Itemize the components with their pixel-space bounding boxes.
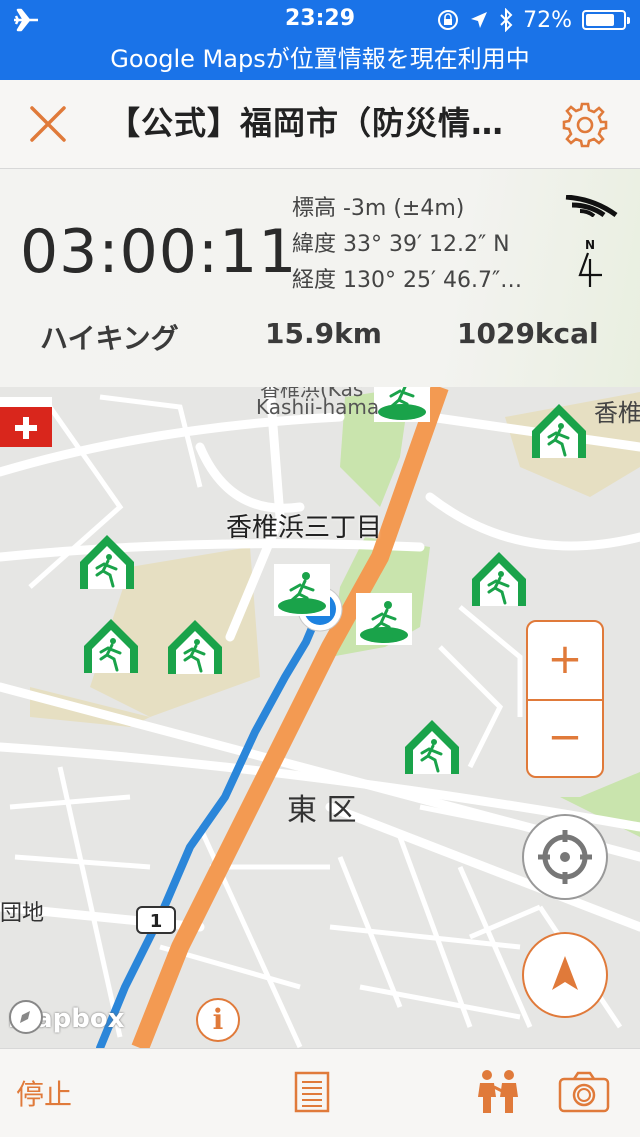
page-title: 【公式】福岡市（防災情… xyxy=(108,104,505,142)
gear-icon[interactable] xyxy=(560,100,610,150)
distance-value: 15.9km xyxy=(265,317,382,350)
bluetooth-icon xyxy=(500,8,513,32)
first-aid-icon[interactable] xyxy=(0,387,52,447)
position-readout: 標高 -3m (±4m) 緯度 33° 39′ 12.2″ N 経度 130° … xyxy=(292,191,522,299)
activity-type: ハイキング xyxy=(40,322,179,355)
close-icon[interactable] xyxy=(26,102,70,146)
map-label-higashi-ku: 東 区 xyxy=(287,793,357,828)
battery-icon xyxy=(582,10,630,30)
app-header: 【公式】福岡市（防災情… xyxy=(0,80,640,169)
activity-metrics: ハイキング 15.9km 1029kcal xyxy=(0,317,640,357)
svg-text:N: N xyxy=(585,238,595,252)
lock-rotation-icon xyxy=(438,10,459,30)
people-icon[interactable] xyxy=(474,1069,522,1115)
zoom-out-button[interactable]: − xyxy=(528,700,602,777)
zoom-controls: + − xyxy=(526,620,604,778)
map-label-kashii-hama: Kashii-hama xyxy=(256,395,380,419)
signal-icon xyxy=(565,195,618,217)
evacuation-shelter-icon[interactable] xyxy=(470,550,528,608)
latitude-text: 緯度 33° 39′ 12.2″ N xyxy=(292,232,510,257)
evacuation-shelter-icon[interactable] xyxy=(354,591,414,647)
map-label-sanchome: 香椎浜三丁目 xyxy=(226,513,383,543)
calories-value: 1029kcal xyxy=(457,317,599,350)
stop-button[interactable]: 停止 xyxy=(16,1073,72,1113)
compass-icon: N xyxy=(578,238,602,287)
locate-icon xyxy=(538,830,592,884)
longitude-text: 経度 130° 25′ 46.7″… xyxy=(292,268,523,293)
map-label-kashii-right: 香椎 xyxy=(594,399,640,427)
elevation-text: 標高 -3m (±4m) xyxy=(292,196,465,221)
info-button[interactable]: i xyxy=(196,998,240,1042)
activity-stats-panel: 03:00:11 標高 -3m (±4m) 緯度 33° 39′ 12.2″ N… xyxy=(0,169,640,387)
location-in-use-banner[interactable]: Google Mapsが位置情報を現在利用中 xyxy=(0,40,640,80)
mapbox-attribution[interactable]: mapbox xyxy=(8,999,125,1039)
elapsed-time: 03:00:11 xyxy=(20,217,298,287)
battery-percent: 72% xyxy=(523,7,572,33)
bottom-toolbar: 停止 xyxy=(0,1048,640,1137)
locate-button[interactable] xyxy=(522,814,608,900)
mapbox-logo-icon xyxy=(9,1000,43,1034)
evacuation-shelter-icon[interactable] xyxy=(372,387,432,424)
list-icon[interactable] xyxy=(294,1071,330,1113)
navigation-arrow-icon xyxy=(552,956,578,990)
route-shield-label: 1 xyxy=(150,911,163,932)
evacuation-shelter-icon[interactable] xyxy=(272,562,332,618)
navigation-button[interactable] xyxy=(522,932,608,1018)
location-arrow-icon xyxy=(471,12,488,28)
camera-icon[interactable] xyxy=(558,1071,610,1113)
map-label-danchi: 団地 xyxy=(0,901,45,926)
evacuation-shelter-icon[interactable] xyxy=(403,718,461,776)
status-bar: 23:29 72% xyxy=(0,0,640,40)
zoom-in-button[interactable]: + xyxy=(528,622,602,701)
map-view[interactable]: 1 香椎浜(Kas Kashii-hama 香椎 香椎浜三丁目 東 区 団地 +… xyxy=(0,387,640,1048)
